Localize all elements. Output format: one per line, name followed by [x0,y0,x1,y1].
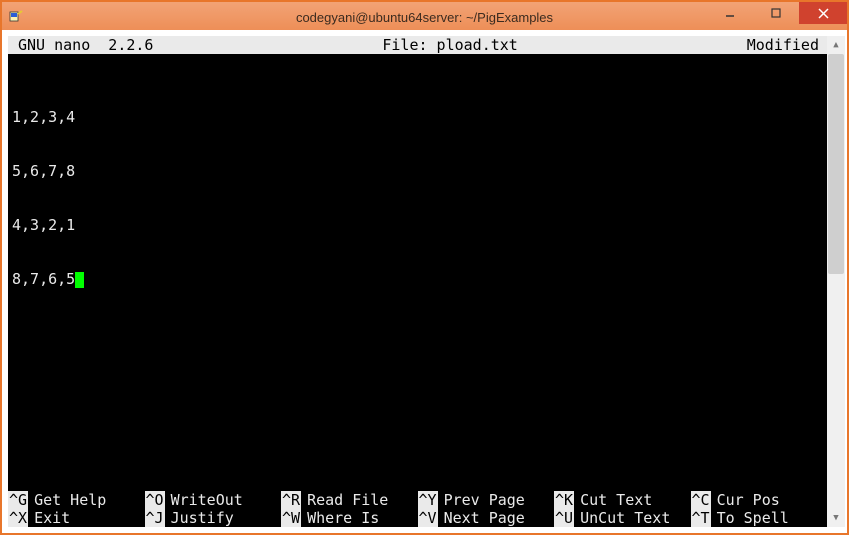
editor-line: 4,3,2,1 [12,216,823,234]
terminal-container: GNU nano 2.2.6 File: pload.txt Modified … [2,30,847,533]
shortcut-label: Cur Pos [711,491,780,509]
shortcut-label: Where Is [301,509,379,527]
shortcut-prev-page: ^YPrev Page [418,491,555,509]
shortcut-label: Next Page [438,509,525,527]
scroll-down-arrow-icon[interactable]: ▼ [827,509,845,527]
scroll-thumb[interactable] [828,54,844,274]
shortcut-label: UnCut Text [574,509,670,527]
shortcut-key: ^G [8,491,28,509]
shortcut-to-spell: ^TTo Spell [691,509,828,527]
shortcut-key: ^X [8,509,28,527]
shortcut-key: ^Y [418,491,438,509]
shortcut-key: ^O [145,491,165,509]
text-cursor [75,272,84,288]
shortcut-row: ^XExit ^JJustify ^WWhere Is ^VNext Page … [8,509,827,527]
shortcut-key: ^U [554,509,574,527]
shortcut-key: ^T [691,509,711,527]
editor-line: 5,6,7,8 [12,162,823,180]
shortcut-justify: ^JJustify [145,509,282,527]
shortcut-key: ^W [281,509,301,527]
shortcut-label: Cut Text [574,491,652,509]
nano-status: Modified [747,36,827,54]
shortcut-uncut-text: ^UUnCut Text [554,509,691,527]
editor-line: 8,7,6,5 [12,270,823,288]
nano-file-label: File: pload.txt [153,36,746,54]
terminal[interactable]: GNU nano 2.2.6 File: pload.txt Modified … [8,36,827,527]
shortcut-label: Justify [165,509,234,527]
shortcut-label: Read File [301,491,388,509]
window-controls [707,2,847,24]
shortcut-read-file: ^RRead File [281,491,418,509]
nano-version: GNU nano 2.2.6 [8,36,153,54]
minimize-button[interactable] [707,2,753,24]
shortcut-next-page: ^VNext Page [418,509,555,527]
window-titlebar: codegyani@ubuntu64server: ~/PigExamples [2,2,847,32]
editor-area[interactable]: 1,2,3,4 5,6,7,8 4,3,2,1 8,7,6,5 [8,54,827,324]
scroll-up-arrow-icon[interactable]: ▲ [827,36,845,54]
shortcut-exit: ^XExit [8,509,145,527]
shortcut-cur-pos: ^CCur Pos [691,491,828,509]
shortcut-key: ^C [691,491,711,509]
shortcut-label: Exit [28,509,70,527]
putty-icon [8,9,24,25]
shortcut-key: ^J [145,509,165,527]
close-button[interactable] [799,2,847,24]
shortcut-key: ^V [418,509,438,527]
shortcut-where-is: ^WWhere Is [281,509,418,527]
shortcut-cut-text: ^KCut Text [554,491,691,509]
nano-header: GNU nano 2.2.6 File: pload.txt Modified [8,36,827,54]
shortcut-label: Prev Page [438,491,525,509]
shortcut-bar: ^GGet Help ^OWriteOut ^RRead File ^YPrev… [8,491,827,527]
editor-line: 1,2,3,4 [12,108,823,126]
shortcut-label: WriteOut [165,491,243,509]
shortcut-key: ^R [281,491,301,509]
maximize-button[interactable] [753,2,799,24]
shortcut-label: Get Help [28,491,106,509]
vertical-scrollbar[interactable]: ▲ ▼ [827,36,845,527]
shortcut-key: ^K [554,491,574,509]
shortcut-get-help: ^GGet Help [8,491,145,509]
shortcut-label: To Spell [711,509,789,527]
editor-text: 8,7,6,5 [12,270,75,288]
shortcut-writeout: ^OWriteOut [145,491,282,509]
shortcut-row: ^GGet Help ^OWriteOut ^RRead File ^YPrev… [8,491,827,509]
